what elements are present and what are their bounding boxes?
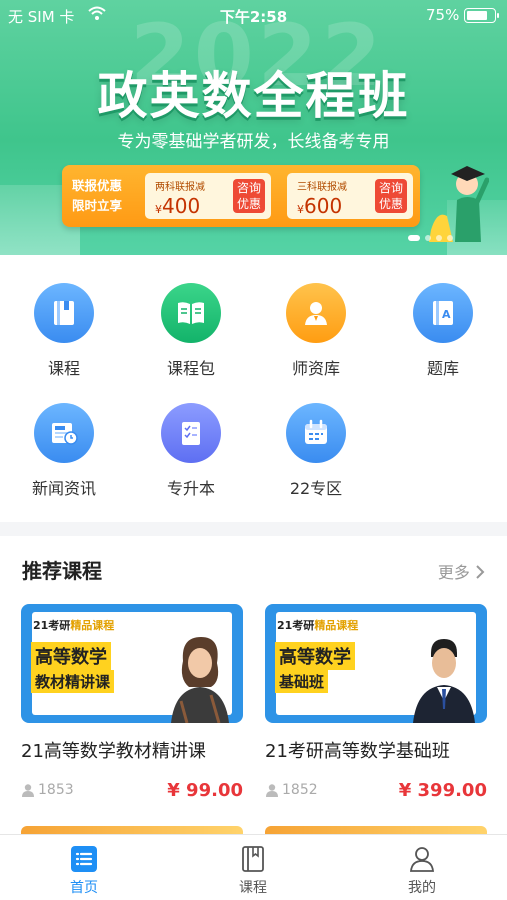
- menu-item-question-bank[interactable]: A 题库: [393, 283, 493, 379]
- battery-icon: [464, 8, 499, 23]
- promo-strip[interactable]: 联报优惠 限时立享 两科联报减 ¥400 咨询 优惠 三科联报减 ¥600 咨询优…: [62, 165, 420, 227]
- menu-label: 新闻资讯: [31, 479, 96, 498]
- menu-label: 22专区: [289, 479, 343, 498]
- course-card[interactable]: 21考研精品课程 高等数学 基础班 21考研高等数学基础班 1852 ¥ 399…: [265, 604, 487, 802]
- chevron-right-icon: [476, 565, 485, 579]
- course-card[interactable]: 21考研精品课程 高等数学 教材精讲课 21高等数学教材精讲课 1853 ¥ 9…: [21, 604, 243, 802]
- course-price: ¥ 99.00: [167, 780, 243, 801]
- feature-grid: 课程 课程包 师资库 A 题库 新闻资讯 专升本 22专区: [0, 255, 507, 520]
- course-name: 21考研高等数学基础班: [265, 741, 450, 762]
- coupon-amount: ¥600: [297, 194, 343, 218]
- graduate-illustration-icon: [429, 166, 489, 242]
- banner-title: 政英数全程班: [97, 67, 410, 125]
- more-link[interactable]: 更多: [438, 559, 485, 583]
- checklist-icon: [161, 403, 221, 463]
- carousel-dot[interactable]: [408, 235, 420, 241]
- menu-item-22-zone[interactable]: 22专区: [266, 403, 366, 499]
- thumbnail-tag: 21考研精品课程: [277, 619, 359, 632]
- tab-courses[interactable]: 课程: [213, 845, 293, 897]
- section-title: 推荐课程: [22, 559, 102, 583]
- menu-label: 课程: [47, 359, 80, 378]
- tab-profile[interactable]: 我的: [382, 845, 462, 897]
- consult-discount-button[interactable]: 咨询 优惠: [375, 179, 407, 213]
- menu-label: 课程包: [166, 359, 215, 378]
- home-list-icon: [70, 845, 98, 873]
- menu-item-upgrade-degree[interactable]: 专升本: [141, 403, 241, 499]
- teacher-icon: [286, 283, 346, 343]
- course-thumbnail[interactable]: 21考研精品课程 高等数学 教材精讲课: [21, 604, 243, 723]
- menu-item-news[interactable]: 新闻资讯: [14, 403, 114, 499]
- thumbnail-subline: 教材精讲课: [31, 670, 115, 693]
- tab-label: 课程: [239, 880, 267, 896]
- course-thumbnail[interactable]: 21考研精品课程 高等数学 基础班: [265, 604, 487, 723]
- menu-label: 专升本: [166, 479, 215, 498]
- view-count: 1853: [21, 782, 74, 798]
- view-count: 1852: [265, 782, 318, 798]
- more-label: 更多: [437, 563, 470, 582]
- open-book-icon: [161, 283, 221, 343]
- promo-label-line-1: 联报优惠: [72, 178, 123, 193]
- course-name: 21高等数学教材精讲课: [21, 741, 206, 762]
- thumbnail-subline: 基础班: [275, 670, 329, 693]
- promo-label: 联报优惠 限时立享: [72, 176, 142, 216]
- carousel-dot[interactable]: [436, 235, 442, 241]
- question-bank-icon: A: [413, 283, 473, 343]
- bottom-tab-bar: 首页 课程 我的: [0, 834, 507, 900]
- banner-subtitle: 专为零基础学者研发，长线备考专用: [117, 132, 390, 152]
- teacher-photo: [413, 639, 475, 723]
- profile-icon: [408, 845, 436, 873]
- consult-discount-button[interactable]: 咨询 优惠: [233, 179, 265, 213]
- tab-home[interactable]: 首页: [44, 845, 124, 897]
- coupon-title: 两科联报减: [155, 182, 205, 193]
- book-icon: [34, 283, 94, 343]
- course-meta: 1853 ¥ 99.00: [21, 780, 243, 802]
- user-icon: [266, 784, 278, 797]
- promo-banner[interactable]: 2022 政英数全程班 专为零基础学者研发，长线备考专用 联报优惠 限时立享 两…: [0, 0, 507, 255]
- coupon-title: 三科联报减: [297, 182, 347, 193]
- menu-item-course-package[interactable]: 课程包: [141, 283, 241, 379]
- promo-label-line-2: 限时立享: [72, 198, 123, 213]
- thumbnail-headline: 高等数学: [31, 642, 111, 670]
- thumbnail-tag: 21考研精品课程: [33, 619, 115, 632]
- menu-item-teachers[interactable]: 师资库: [266, 283, 366, 379]
- battery-percent: 75%: [426, 6, 460, 24]
- menu-label: 师资库: [291, 359, 340, 378]
- svg-text:A: A: [442, 308, 451, 321]
- coupon-three-subjects[interactable]: 三科联报减 ¥600 咨询 优惠: [287, 173, 413, 219]
- coupon-amount: ¥400: [155, 194, 201, 218]
- carousel-dot[interactable]: [425, 235, 431, 241]
- calendar-icon: [286, 403, 346, 463]
- tab-label: 首页: [70, 880, 98, 896]
- news-icon: [34, 403, 94, 463]
- carousel-dot[interactable]: [447, 235, 453, 241]
- carousel-indicator[interactable]: [408, 235, 453, 241]
- status-bar: 无 SIM 卡 下午2:58 75%: [0, 0, 507, 30]
- user-icon: [22, 784, 34, 797]
- teacher-photo: [171, 637, 229, 723]
- course-book-icon: [239, 845, 267, 873]
- course-price: ¥ 399.00: [398, 780, 487, 801]
- menu-label: 题库: [426, 359, 459, 378]
- section-divider: [0, 522, 507, 536]
- coupon-two-subjects[interactable]: 两科联报减 ¥400 咨询 优惠: [145, 173, 271, 219]
- menu-item-courses[interactable]: 课程: [14, 283, 114, 379]
- thumbnail-headline: 高等数学: [275, 642, 355, 670]
- course-meta: 1852 ¥ 399.00: [265, 780, 487, 802]
- tab-label: 我的: [408, 880, 436, 896]
